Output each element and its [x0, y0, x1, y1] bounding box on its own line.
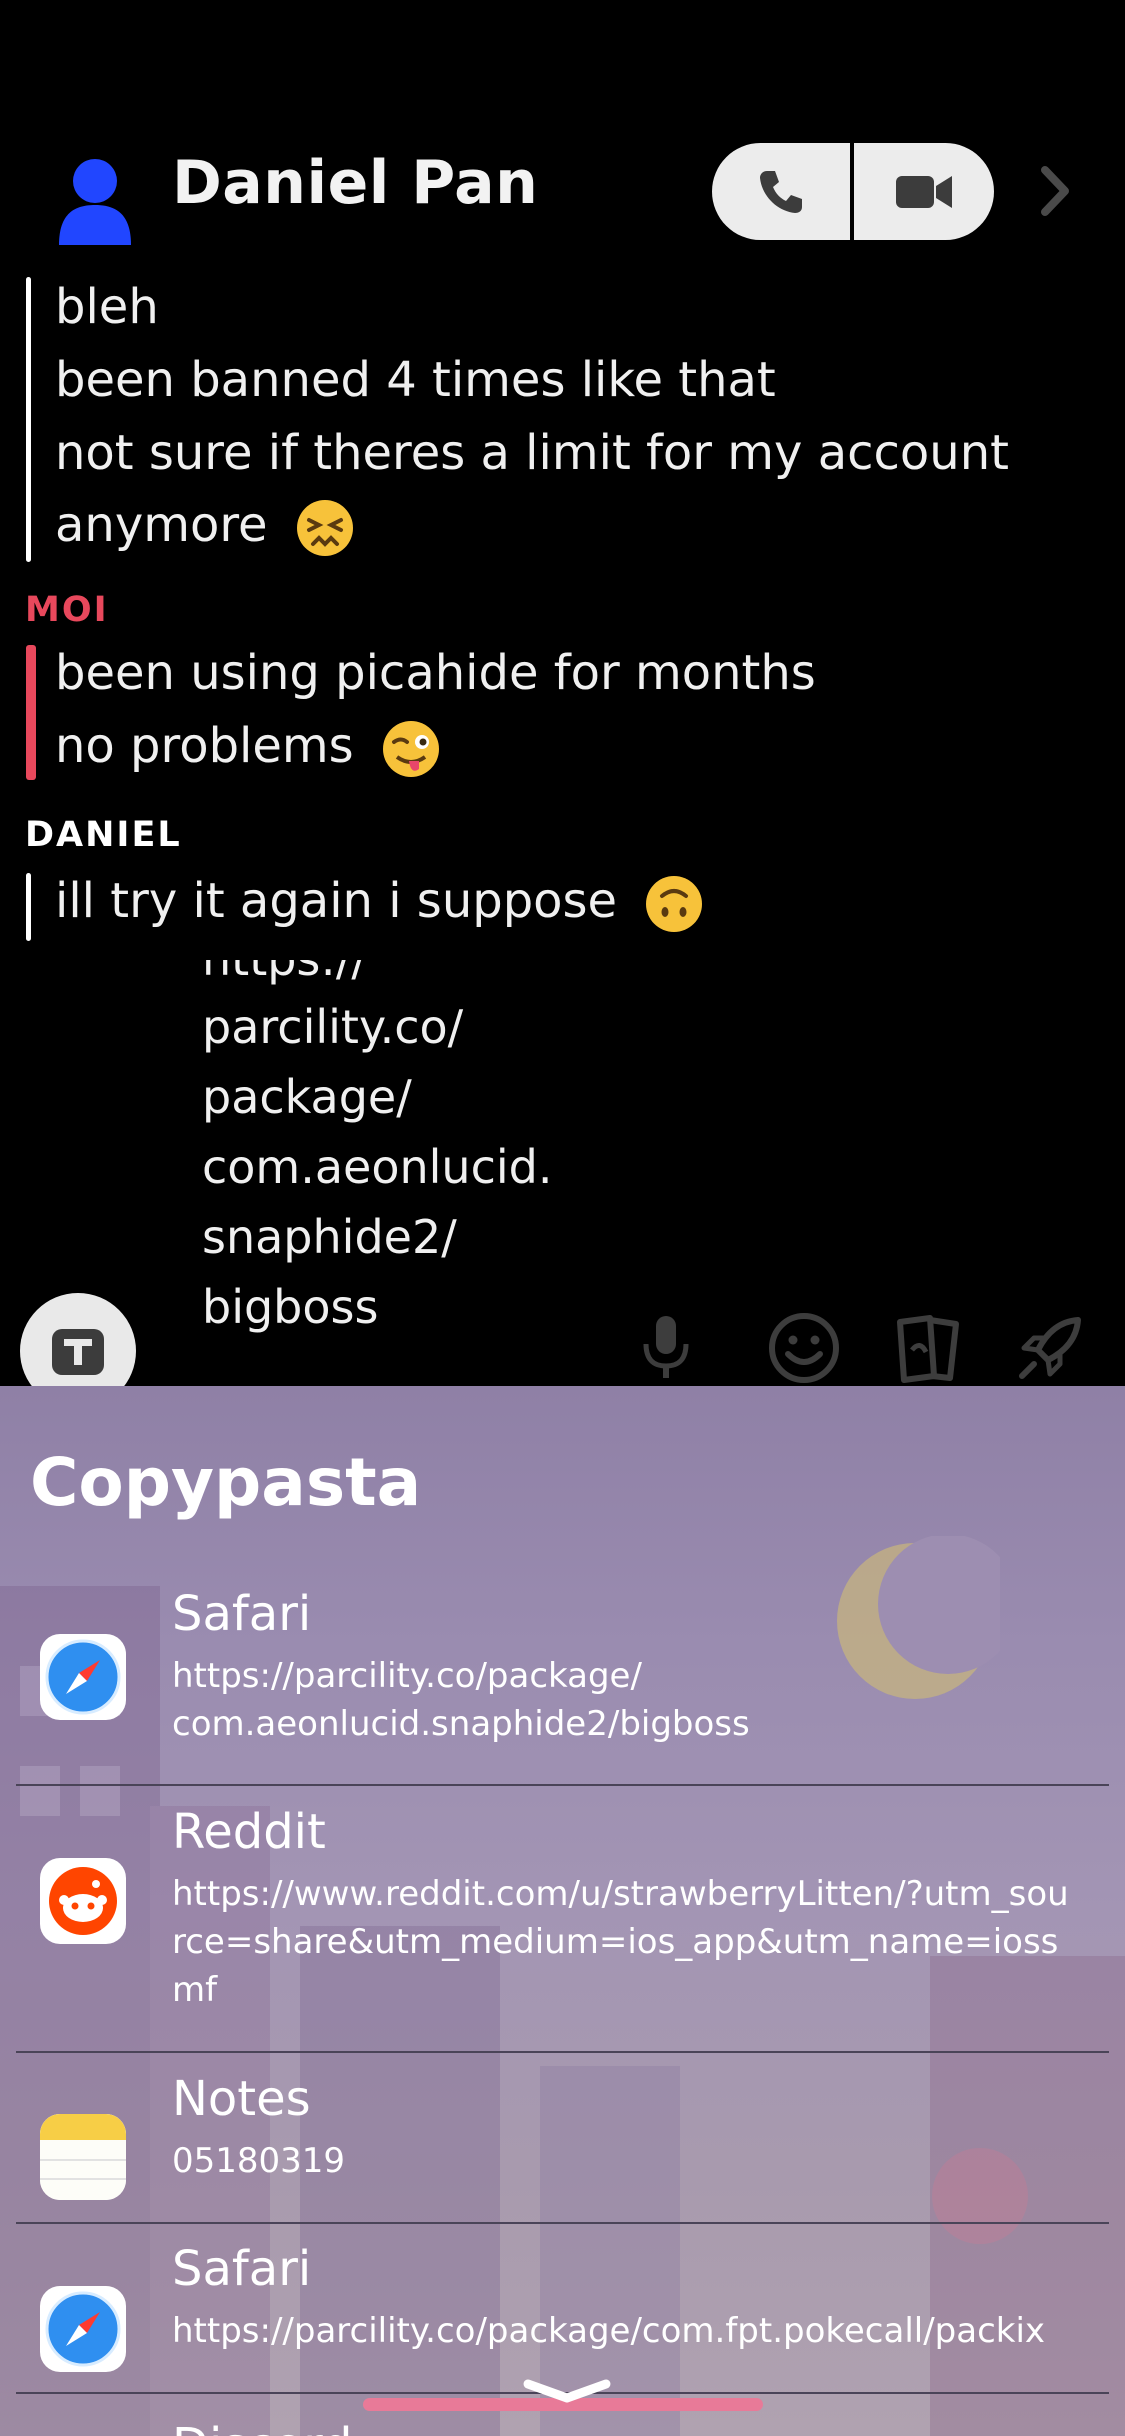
message-line[interactable]: no problems — [55, 718, 441, 779]
smiley-icon[interactable] — [766, 1310, 842, 1386]
clip-text: https://parcility.co/package/ com.aeonlu… — [172, 1656, 750, 1744]
upside-down-face-emoji — [646, 876, 703, 932]
message-bar — [26, 645, 36, 780]
rocket-icon[interactable] — [1012, 1310, 1088, 1386]
message-text: anymore — [55, 497, 268, 553]
clipboard-item[interactable]: Reddit https://www.reddit.com/u/strawber… — [0, 1804, 1125, 2034]
app-name: Reddit — [172, 1804, 326, 1860]
reddit-icon — [40, 1858, 126, 1944]
call-buttons — [712, 143, 994, 240]
message-line[interactable]: anymore — [55, 497, 355, 558]
stickers-icon[interactable] — [890, 1310, 966, 1386]
clip-text: 05180319 — [172, 2141, 346, 2181]
message-line[interactable]: bleh — [55, 279, 159, 335]
message-text: ill try it again i suppose — [55, 873, 618, 929]
message-line[interactable]: ill try it again i suppose — [55, 873, 704, 934]
clipboard-item[interactable]: Safari https://parcility.co/package/ com… — [0, 1586, 1125, 1786]
message-line[interactable]: been banned 4 times like that — [55, 352, 776, 408]
link-line: bigboss — [202, 1280, 379, 1334]
clipboard-item[interactable]: Safari https://parcility.co/package/com.… — [0, 2241, 1125, 2391]
divider — [16, 2222, 1109, 2224]
message-line[interactable]: been using picahide for months — [55, 645, 816, 701]
app-name: Notes — [172, 2071, 311, 2127]
link-line: snaphide2/ — [202, 1210, 457, 1264]
divider — [16, 2051, 1109, 2053]
video-call-button[interactable] — [854, 143, 994, 240]
clip-text: https://www.reddit.com/u/strawberryLitte… — [172, 1874, 1069, 2010]
confounded-face-emoji — [296, 500, 353, 556]
chevron-right-icon[interactable] — [1040, 165, 1070, 217]
clip-text: https://parcility.co/package/com.fpt.pok… — [172, 2311, 1046, 2351]
divider — [16, 1784, 1109, 1786]
chevron-down-icon[interactable] — [522, 2378, 612, 2404]
sender-label: DANIEL — [25, 815, 182, 855]
link-line: com.aeonlucid. — [202, 1140, 553, 1194]
contact-name[interactable]: Daniel Pan — [172, 148, 538, 218]
notes-icon — [40, 2114, 126, 2200]
video-camera-icon — [896, 175, 952, 208]
avatar-icon[interactable] — [55, 155, 135, 245]
message-group-moi: MOI been using picahide for months no pr… — [0, 590, 1000, 790]
panel-title: Copypasta — [30, 1444, 422, 1521]
winking-face-tongue-emoji — [382, 721, 439, 777]
app-name: Safari — [172, 1586, 312, 1642]
message-line[interactable]: not sure if theres a limit for my accoun… — [55, 425, 1009, 481]
message-group-daniel: bleh been banned 4 times like that not s… — [26, 275, 1026, 565]
message-bar — [26, 277, 31, 562]
safari-icon — [40, 2286, 126, 2372]
copypasta-panel: Copypasta Safari https://parcility.co/pa… — [0, 1386, 1125, 2436]
link-line: parcility.co/ — [202, 1000, 464, 1054]
next-item-partial[interactable]: Discord — [172, 2418, 352, 2436]
message-text: no problems — [55, 718, 354, 774]
chat-header: Daniel Pan — [0, 0, 1125, 270]
safari-icon — [40, 1634, 126, 1720]
message-group-daniel-2: DANIEL ill try it again i suppose — [0, 815, 1000, 945]
message-bar — [26, 873, 31, 941]
app-name: Safari — [172, 2241, 312, 2297]
microphone-icon[interactable] — [628, 1310, 704, 1386]
link-line: package/ — [202, 1070, 412, 1124]
voice-call-button[interactable] — [712, 143, 850, 240]
link-line: https:// — [202, 960, 367, 986]
sender-label: MOI — [25, 590, 109, 630]
phone-icon — [760, 170, 802, 213]
clipboard-item[interactable]: Notes 05180319 — [0, 2071, 1125, 2221]
